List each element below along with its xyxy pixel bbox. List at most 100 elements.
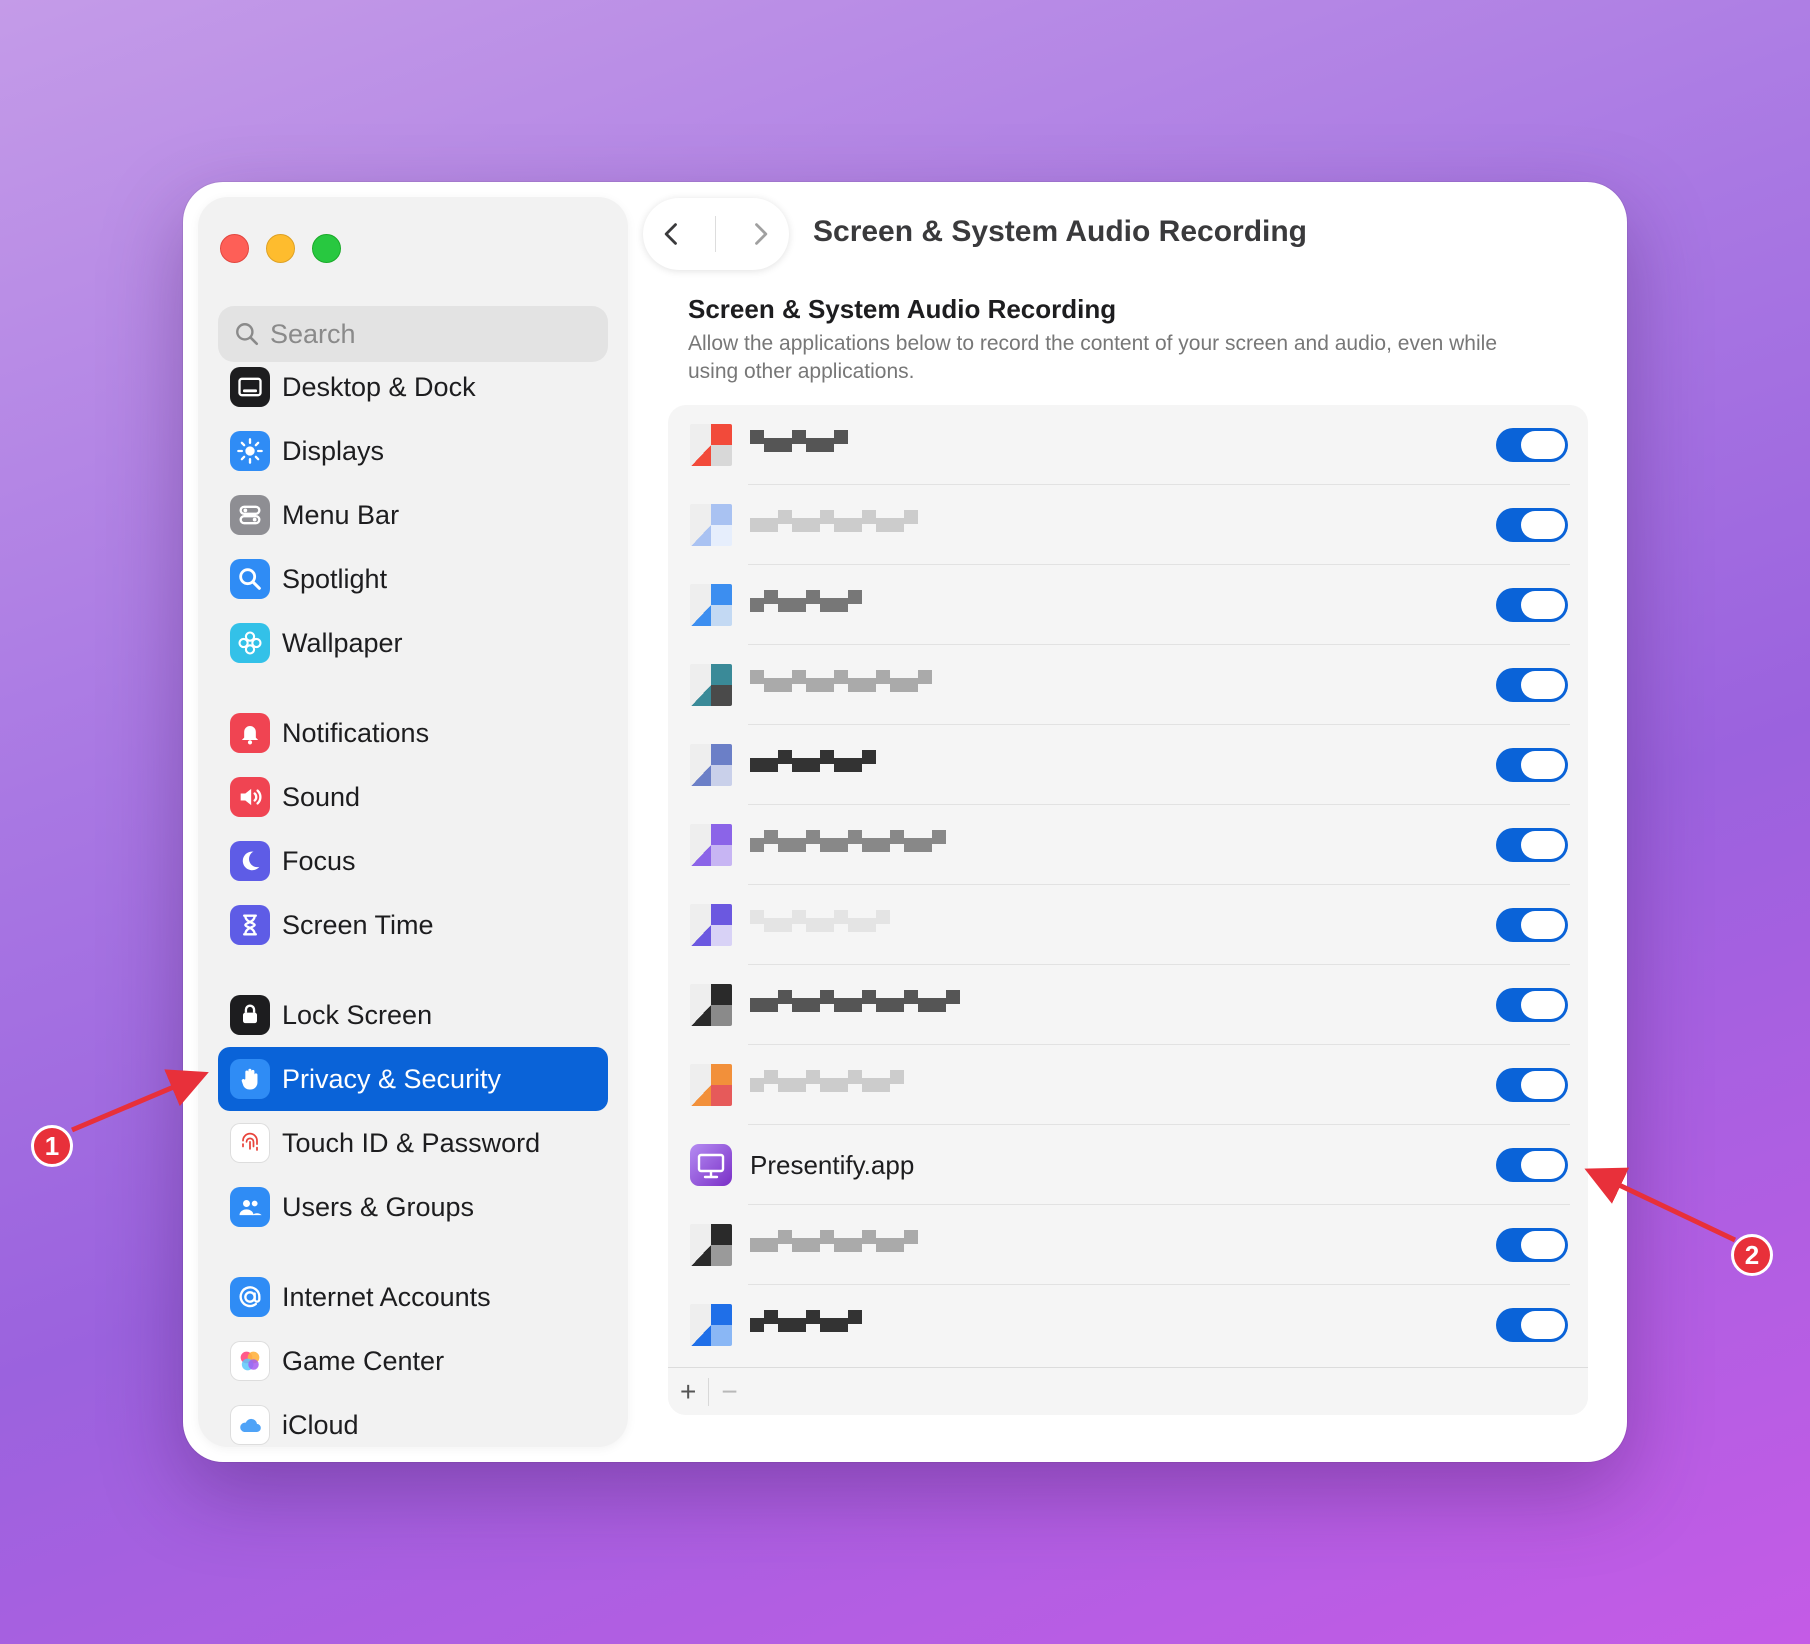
sidebar-item-label: Screen Time: [282, 909, 434, 940]
sidebar-item-displays[interactable]: Displays: [218, 419, 608, 483]
app-name: Presentify.app: [750, 1149, 915, 1180]
permission-toggle[interactable]: [1496, 508, 1568, 542]
permission-toggle[interactable]: [1496, 748, 1568, 782]
app-permission-list: Presentify.app + −: [668, 405, 1588, 1415]
sidebar-item-privacy-and-security[interactable]: Privacy & Security: [218, 1047, 608, 1111]
app-name-redacted: [750, 510, 1496, 540]
remove-app-button[interactable]: −: [721, 1376, 737, 1408]
sidebar-item-label: Displays: [282, 435, 385, 466]
pixelated-redaction: [750, 830, 946, 852]
app-row: [668, 405, 1588, 485]
app-icon: [690, 584, 732, 626]
pixelated-redaction: [750, 750, 876, 772]
internet-accounts-icon: [230, 1277, 270, 1317]
permission-toggle[interactable]: [1496, 1068, 1568, 1102]
sidebar-item-label: Game Center: [282, 1345, 445, 1376]
users-groups-icon: [230, 1187, 270, 1227]
app-name-redacted: [750, 830, 1496, 860]
permission-toggle[interactable]: [1496, 588, 1568, 622]
sidebar-item-sound[interactable]: Sound: [218, 765, 608, 829]
sidebar-item-users-and-groups[interactable]: Users & Groups: [218, 1175, 608, 1239]
app-name-redacted: [750, 1310, 1496, 1340]
permission-toggle[interactable]: [1496, 828, 1568, 862]
sidebar-item-desktop-and-dock[interactable]: Desktop & Dock: [218, 355, 608, 419]
menu-bar-icon: [230, 495, 270, 535]
app-name-redacted: [750, 990, 1496, 1020]
permission-toggle[interactable]: [1496, 668, 1568, 702]
search-placeholder: Search: [270, 318, 356, 349]
sidebar-item-internet-accounts[interactable]: Internet Accounts: [218, 1265, 608, 1329]
sidebar-item-label: Notifications: [282, 717, 430, 748]
sidebar-item-lock-screen[interactable]: Lock Screen: [218, 983, 608, 1047]
sidebar-item-notifications[interactable]: Notifications: [218, 701, 608, 765]
content-pane: Screen & System Audio Recording Screen &…: [643, 182, 1627, 1462]
list-footer: + −: [668, 1367, 1588, 1415]
arrow-to-privacy-security: [71, 1069, 209, 1133]
pixelated-redaction: [750, 430, 848, 452]
sidebar-item-label: Touch ID & Password: [282, 1127, 541, 1158]
sidebar-item-label: Wallpaper: [282, 627, 403, 658]
window-title: Screen & System Audio Recording: [813, 215, 1308, 248]
app-row: [668, 565, 1588, 645]
minimize-window-button[interactable]: [266, 234, 295, 263]
desktop-dock-icon: [230, 367, 270, 407]
app-icon: [690, 504, 732, 546]
sidebar-item-icloud[interactable]: iCloud: [218, 1393, 608, 1457]
app-row: [668, 805, 1588, 885]
displays-icon: [230, 431, 270, 471]
permission-toggle[interactable]: [1496, 428, 1568, 462]
sidebar-item-wallpaper[interactable]: Wallpaper: [218, 611, 608, 675]
game-center-icon: [230, 1341, 270, 1381]
permission-toggle[interactable]: [1496, 1228, 1568, 1262]
pixelated-redaction: [750, 1070, 904, 1092]
sidebar-item-label: Users & Groups: [282, 1191, 475, 1222]
icloud-icon: [230, 1405, 270, 1445]
sidebar-item-label: Desktop & Dock: [282, 371, 476, 402]
sidebar-nav: Desktop & Dock Displays Menu Bar Spotlight W…: [218, 355, 608, 1457]
nav-divider: [715, 216, 717, 252]
app-row: [668, 965, 1588, 1045]
spotlight-icon: [230, 559, 270, 599]
forward-chevron-icon[interactable]: [746, 220, 774, 248]
close-window-button[interactable]: [220, 234, 249, 263]
app-row: [668, 1205, 1588, 1285]
app-row: [668, 885, 1588, 965]
sidebar-item-label: Spotlight: [282, 563, 388, 594]
permission-toggle[interactable]: [1496, 908, 1568, 942]
app-icon: [690, 424, 732, 466]
sidebar-item-spotlight[interactable]: Spotlight: [218, 547, 608, 611]
app-row: [668, 725, 1588, 805]
privacy-hand-icon: [230, 1059, 270, 1099]
sidebar-item-menu-bar[interactable]: Menu Bar: [218, 483, 608, 547]
pixelated-redaction: [750, 670, 932, 692]
app-name-redacted: [750, 1070, 1496, 1100]
add-app-button[interactable]: +: [680, 1376, 696, 1408]
permission-toggle[interactable]: [1496, 1308, 1568, 1342]
sidebar-item-label: Focus: [282, 845, 356, 876]
app-name-redacted: [750, 1230, 1496, 1260]
permission-toggle[interactable]: [1496, 988, 1568, 1022]
sidebar-item-label: Sound: [282, 781, 361, 812]
sidebar-item-touch-id-and-password[interactable]: Touch ID & Password: [218, 1111, 608, 1175]
sidebar-item-game-center[interactable]: Game Center: [218, 1329, 608, 1393]
app-row: [668, 645, 1588, 725]
zoom-window-button[interactable]: [312, 234, 341, 263]
presentify-permission-toggle[interactable]: [1496, 1148, 1568, 1182]
focus-icon: [230, 841, 270, 881]
app-icon: [690, 1224, 732, 1266]
app-icon: [690, 824, 732, 866]
pixelated-redaction: [750, 910, 890, 932]
sidebar-item-focus[interactable]: Focus: [218, 829, 608, 893]
app-icon: [690, 1064, 732, 1106]
app-row: [668, 1285, 1588, 1365]
sidebar-item-label: Lock Screen: [282, 999, 433, 1030]
search-field[interactable]: Search: [218, 306, 608, 362]
back-chevron-icon[interactable]: [658, 220, 686, 248]
app-icon: [690, 1304, 732, 1346]
sidebar-item-screen-time[interactable]: Screen Time: [218, 893, 608, 957]
app-name-redacted: [750, 590, 1496, 620]
app-icon: [690, 744, 732, 786]
system-settings-window: Search Desktop & Dock Displays Menu Bar Spo…: [183, 182, 1627, 1462]
history-nav: [643, 198, 789, 270]
